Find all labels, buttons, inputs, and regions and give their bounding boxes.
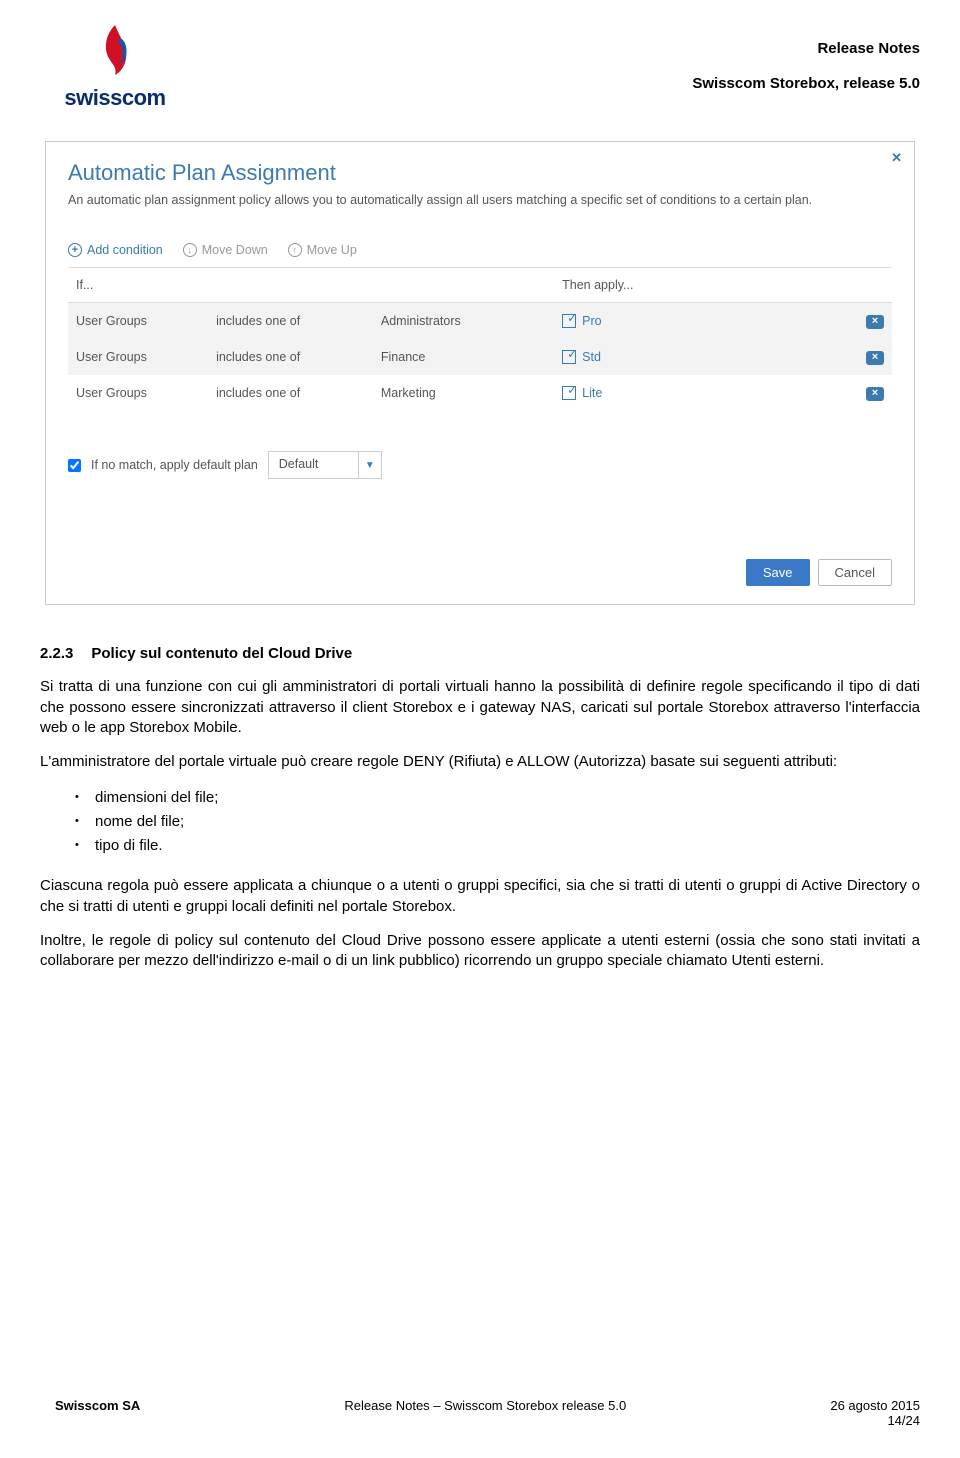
default-plan-value: Default <box>269 452 359 478</box>
header-right: Release Notes Swisscom Storebox, release… <box>692 20 920 92</box>
footer-left: Swisscom SA <box>55 1398 140 1428</box>
cell-op: includes one of <box>208 339 373 375</box>
move-down-button[interactable]: Move Down <box>183 243 268 257</box>
footer-right: 26 agosto 2015 14/24 <box>830 1398 920 1428</box>
save-button[interactable]: Save <box>746 559 810 586</box>
paragraph: Si tratta di una funzione con cui gli am… <box>40 677 920 738</box>
arrow-up-icon <box>288 243 302 257</box>
dialog-buttons: Save Cancel <box>68 559 892 586</box>
paragraph: Ciascuna regola può essere applicata a c… <box>40 876 920 917</box>
table-row[interactable]: User Groups includes one of Administrato… <box>68 303 892 340</box>
plan-icon <box>562 314 576 328</box>
document-body: 2.2.3 Policy sul contenuto del Cloud Dri… <box>40 645 920 971</box>
footer-date: 26 agosto 2015 <box>830 1398 920 1413</box>
cancel-button[interactable]: Cancel <box>818 559 892 586</box>
section-number: 2.2.3 <box>40 645 73 662</box>
default-plan-label: If no match, apply default plan <box>91 458 258 472</box>
move-down-label: Move Down <box>202 243 268 257</box>
col-then: Then apply... <box>554 268 801 303</box>
list-item: dimensioni del file; <box>40 786 920 810</box>
close-icon[interactable]: ✕ <box>891 150 902 166</box>
automatic-plan-dialog: ✕ Automatic Plan Assignment An automatic… <box>45 141 915 605</box>
cell-op: includes one of <box>208 303 373 340</box>
section-heading: 2.2.3 Policy sul contenuto del Cloud Dri… <box>40 645 920 662</box>
logo: swisscom <box>40 20 190 111</box>
cell-op: includes one of <box>208 375 373 411</box>
page-header: swisscom Release Notes Swisscom Storebox… <box>40 20 920 111</box>
chevron-down-icon: ▼ <box>359 452 381 478</box>
list-item: nome del file; <box>40 810 920 834</box>
plan-label: Lite <box>582 386 602 400</box>
move-up-label: Move Up <box>307 243 357 257</box>
plan-icon <box>562 386 576 400</box>
arrow-down-icon <box>183 243 197 257</box>
footer-page: 14/24 <box>830 1413 920 1428</box>
add-condition-button[interactable]: Add condition <box>68 243 163 257</box>
delete-row-button[interactable] <box>866 351 884 365</box>
dialog-title: Automatic Plan Assignment <box>68 160 892 186</box>
cell-value: Finance <box>373 339 554 375</box>
cell-field: User Groups <box>68 339 208 375</box>
cell-value: Marketing <box>373 375 554 411</box>
page-footer: Swisscom SA Release Notes – Swisscom Sto… <box>55 1398 920 1428</box>
plan-label: Std <box>582 350 601 364</box>
default-plan-checkbox[interactable] <box>68 459 81 472</box>
default-plan-row: If no match, apply default plan Default … <box>68 451 892 479</box>
section-title: Policy sul contenuto del Cloud Drive <box>91 645 352 662</box>
col-if: If... <box>68 268 208 303</box>
plan-cell[interactable]: Std <box>562 350 793 364</box>
dialog-toolbar: Add condition Move Down Move Up <box>68 243 892 257</box>
table-row[interactable]: User Groups includes one of Marketing Li… <box>68 375 892 411</box>
default-plan-select[interactable]: Default ▼ <box>268 451 382 479</box>
footer-center: Release Notes – Swisscom Storebox releas… <box>140 1398 830 1428</box>
list-item: tipo di file. <box>40 834 920 858</box>
plan-label: Pro <box>582 314 601 328</box>
plus-icon <box>68 243 82 257</box>
cell-field: User Groups <box>68 303 208 340</box>
move-up-button[interactable]: Move Up <box>288 243 357 257</box>
swisscom-logo-icon <box>85 20 145 80</box>
header-subtitle: Swisscom Storebox, release 5.0 <box>692 75 920 92</box>
plan-cell[interactable]: Lite <box>562 386 793 400</box>
delete-row-button[interactable] <box>866 387 884 401</box>
rules-table: If... Then apply... User Groups includes… <box>68 267 892 411</box>
dialog-description: An automatic plan assignment policy allo… <box>68 192 892 208</box>
paragraph: L'amministratore del portale virtuale pu… <box>40 752 920 772</box>
plan-cell[interactable]: Pro <box>562 314 793 328</box>
cell-value: Administrators <box>373 303 554 340</box>
add-condition-label: Add condition <box>87 243 163 257</box>
plan-icon <box>562 350 576 364</box>
release-notes-label: Release Notes <box>692 40 920 57</box>
cell-field: User Groups <box>68 375 208 411</box>
bullet-list: dimensioni del file; nome del file; tipo… <box>40 786 920 858</box>
paragraph: Inoltre, le regole di policy sul contenu… <box>40 931 920 972</box>
table-row[interactable]: User Groups includes one of Finance Std <box>68 339 892 375</box>
delete-row-button[interactable] <box>866 315 884 329</box>
logo-text: swisscom <box>64 85 165 111</box>
